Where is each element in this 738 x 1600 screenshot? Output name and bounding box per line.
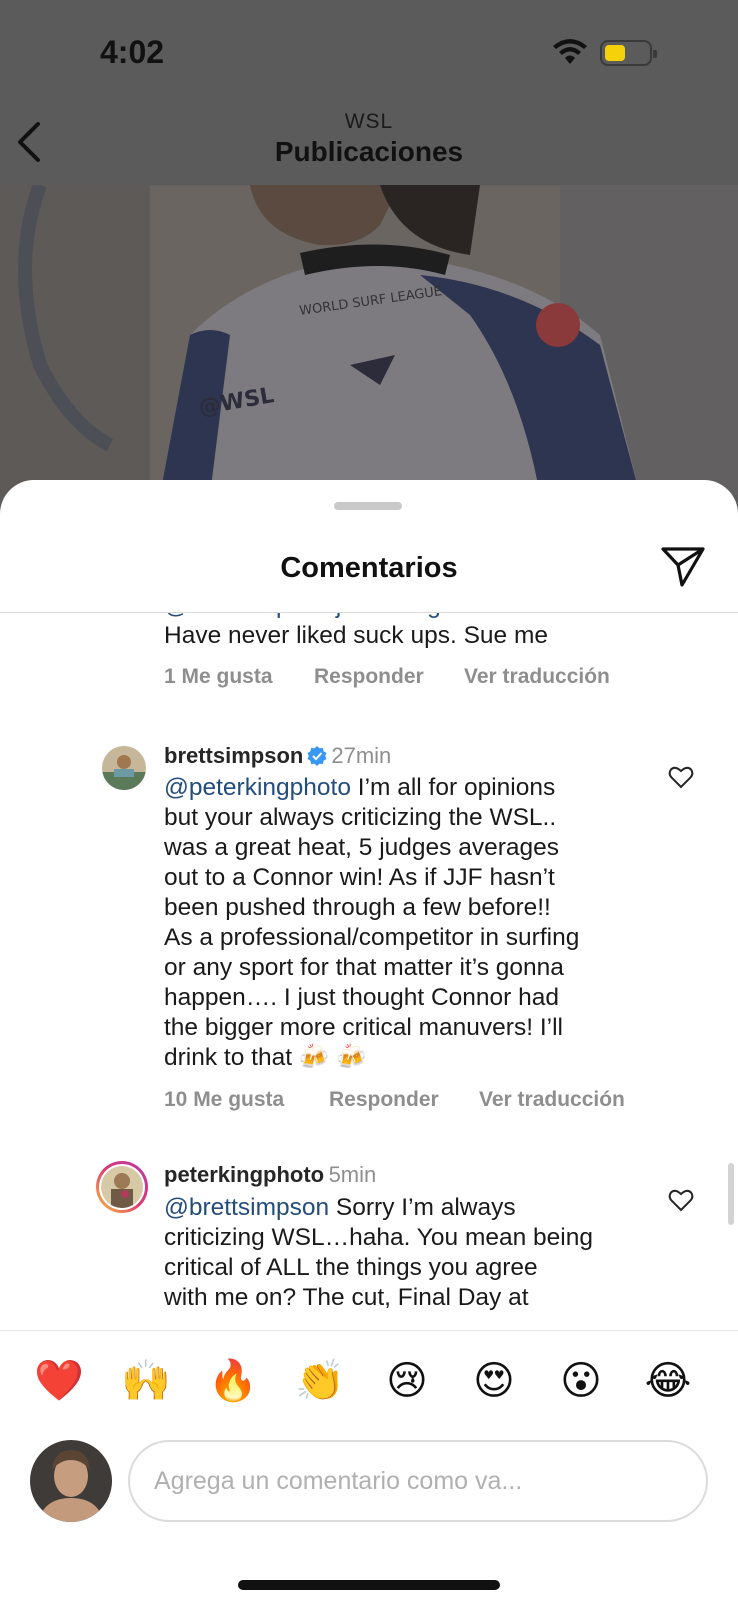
comment-line: the bigger more critical manuvers! I’ll	[164, 1014, 563, 1041]
emoji-crying[interactable]: 😢	[379, 1357, 435, 1405]
like-count[interactable]: 10 Me gusta	[164, 1088, 284, 1112]
translate-button[interactable]: Ver traducción	[479, 1088, 625, 1112]
comment-line: critical of ALL the things you agree	[164, 1254, 538, 1281]
status-bar: 4:02	[0, 0, 738, 110]
comment-time: 27min	[331, 743, 392, 768]
my-avatar	[30, 1440, 112, 1522]
nav-subtitle: WSL	[344, 110, 394, 133]
battery-icon	[600, 40, 657, 66]
emoji-surprised[interactable]: 😮	[553, 1357, 609, 1405]
nav-bar: WSL Publicaciones	[0, 100, 738, 186]
comment-input-bar	[0, 1430, 738, 1600]
comment-line: Sorry I’m always	[329, 1194, 516, 1221]
emoji-fire[interactable]: 🔥	[205, 1357, 261, 1405]
comment-text: @brettsimpson Sorry I’m always criticizi…	[164, 1193, 644, 1313]
sheet-grabber[interactable]	[334, 502, 402, 510]
reply-button[interactable]: Responder	[329, 1088, 439, 1112]
comment-cut-line: @brettsimpson just being honest.	[164, 613, 528, 621]
page-title: Publicaciones	[274, 136, 464, 167]
heart-outline-icon[interactable]	[668, 765, 694, 789]
avatar[interactable]	[102, 746, 146, 790]
emoji-laughing[interactable]: 😂	[640, 1357, 696, 1405]
comment-input[interactable]	[128, 1440, 708, 1522]
emoji-clapping[interactable]: 👏	[292, 1357, 348, 1405]
like-count[interactable]: 1 Me gusta	[164, 665, 273, 689]
comment-line: out to a Connor win! As if JJF hasn’t	[164, 864, 555, 891]
comment-username[interactable]: brettsimpson	[164, 743, 303, 768]
comment-text: @peterkingphoto I’m all for opinions but…	[164, 773, 644, 1073]
comment-line: with me on? The cut, Final Day at	[164, 1284, 529, 1311]
heart-outline-icon[interactable]	[668, 1188, 694, 1212]
comment-line: I’m all for opinions	[350, 774, 556, 801]
scrollbar[interactable]	[728, 1163, 734, 1225]
comment-line: or any sport for that matter it’s gonna	[164, 954, 564, 981]
home-indicator	[238, 1580, 500, 1590]
comment-line: happen…. I just thought Connor had	[164, 984, 560, 1011]
comment-text: Have never liked suck ups. Sue me	[164, 622, 549, 649]
battery-level	[605, 45, 625, 61]
comment-line: As a professional/competitor in surfing	[164, 924, 580, 951]
paper-plane-icon[interactable]	[660, 546, 706, 588]
comment-line: drink to that 🍻 🍻	[164, 1044, 367, 1071]
wifi-icon	[553, 39, 587, 64]
comment-line: been pushed through a few before!!	[164, 894, 551, 921]
comment-actions: 10 Me gusta Responder Ver traducción	[164, 1088, 724, 1118]
translate-button[interactable]: Ver traducción	[464, 665, 610, 689]
comment-actions: 1 Me gusta Responder Ver traducción	[164, 665, 724, 695]
comment-username[interactable]: peterkingphoto	[164, 1162, 324, 1187]
verified-badge-icon	[307, 746, 327, 766]
comment-line: criticizing WSL…haha. You mean being	[164, 1224, 594, 1251]
sheet-title: Comentarios	[280, 552, 458, 584]
reply-button[interactable]: Responder	[314, 665, 424, 689]
comment-header: brettsimpson 27min	[164, 743, 391, 769]
emoji-bar: ❤️ 🙌 🔥 👏 😢 😍 😮 😂	[0, 1330, 738, 1430]
comment-mention[interactable]: @brettsimpson	[164, 1194, 329, 1221]
emoji-raising-hands[interactable]: 🙌	[118, 1357, 174, 1405]
avatar[interactable]	[96, 1161, 148, 1213]
comment-header: peterkingphoto 5min	[164, 1162, 376, 1188]
emoji-heart[interactable]: ❤️	[31, 1357, 87, 1405]
battery-tip	[653, 50, 657, 58]
status-time: 4:02	[100, 34, 165, 70]
post-photo: WORLD SURF LEAGUE @WSL	[0, 185, 738, 495]
comment-time: 5min	[328, 1162, 377, 1187]
comment-mention[interactable]: @peterkingphoto	[164, 774, 351, 801]
comment-line: but your always criticizing the WSL..	[164, 804, 557, 831]
comments-list[interactable]: @brettsimpson just being honest. Have ne…	[0, 613, 738, 1313]
comment-line: was a great heat, 5 judges averages	[164, 834, 559, 861]
emoji-heart-eyes[interactable]: 😍	[466, 1357, 522, 1405]
